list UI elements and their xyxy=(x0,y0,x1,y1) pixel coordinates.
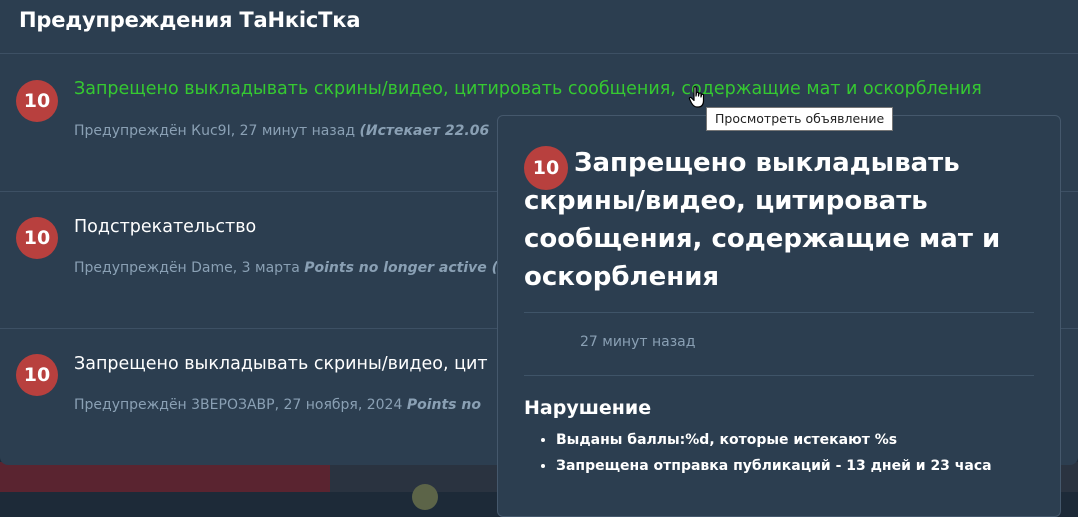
divider xyxy=(0,53,1078,54)
hand-pointer-icon xyxy=(688,86,705,108)
popover-divider xyxy=(524,375,1034,376)
warning-meta-text: Предупреждён Dame, 3 марта xyxy=(74,260,300,276)
popover-section-title: Нарушение xyxy=(524,397,652,419)
background-image-fragment xyxy=(0,462,330,492)
warning-expiry-note: Points no xyxy=(406,397,481,413)
popover-timestamp: 27 минут назад xyxy=(580,334,696,350)
warning-title-link[interactable]: Запрещено выкладывать скрины/видео, цит xyxy=(74,354,488,374)
list-item: Запрещена отправка публикаций - 13 дней … xyxy=(556,453,992,479)
warning-title-link[interactable]: Запрещено выкладывать скрины/видео, цити… xyxy=(74,79,982,99)
warning-expiry-note: (Истекает 22.06 xyxy=(359,123,490,139)
warning-title-link[interactable]: Подстрекательство xyxy=(74,217,256,237)
list-item: Выданы баллы:%d, которые истекают %s xyxy=(556,427,992,453)
tooltip: Просмотреть объявление xyxy=(706,107,894,131)
background-avatar-fragment xyxy=(412,484,438,510)
warning-meta: Предупреждён Кuc9I, 27 минут назад (Исте… xyxy=(74,123,489,139)
warning-preview-popover: 10 Запрещено выкладывать скрины/видео, ц… xyxy=(497,115,1061,517)
panel-title: Предупреждения ТаНкісТка xyxy=(19,8,361,32)
warning-meta-text: Предупреждён 3ВЕРОЗАВР, 27 ноября, 2024 xyxy=(74,397,403,413)
warning-meta: Предупреждён Dame, 3 марта Points no lon… xyxy=(74,260,498,276)
popover-title: Запрещено выкладывать скрины/видео, цити… xyxy=(524,148,1001,292)
points-badge: 10 xyxy=(16,354,58,396)
popover-details-list: Выданы баллы:%d, которые истекают %s Зап… xyxy=(530,427,992,479)
popover-divider xyxy=(524,312,1034,313)
points-badge: 10 xyxy=(16,80,58,122)
warning-meta-text: Предупреждён Кuc9I, 27 минут назад xyxy=(74,123,356,139)
points-badge: 10 xyxy=(16,217,58,259)
warning-meta: Предупреждён 3ВЕРОЗАВР, 27 ноября, 2024 … xyxy=(74,397,481,413)
warning-expiry-note: Points no longer active ( xyxy=(304,260,499,276)
